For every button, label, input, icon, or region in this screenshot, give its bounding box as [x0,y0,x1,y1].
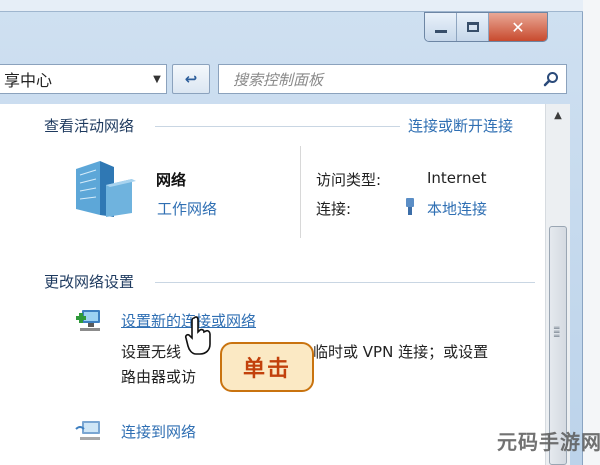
connect-disconnect-link[interactable]: 连接或断开连接 [408,115,513,136]
task-description-line2: 路由器或访 [121,368,197,386]
access-type-label: 访问类型: [316,171,382,189]
grip-icon: ═ ═ ═ [554,324,560,342]
task-description-line1-right: 临时或 VPN 连接；或设置 [313,343,489,361]
close-icon: ✕ [511,17,525,37]
maximize-button[interactable] [457,13,489,41]
access-type-value: Internet [427,169,487,187]
minimize-icon [434,29,447,33]
search-icon[interactable] [536,65,566,93]
watermark: 元码手游网 [497,430,600,454]
address-text: 享中心 [4,71,53,90]
connections-label: 连接: [316,200,352,218]
section-divider [155,126,400,127]
connect-network-icon [74,417,104,447]
change-settings-heading: 更改网络设置 [44,273,135,291]
scroll-up-arrow-icon[interactable]: ▲ [546,110,570,128]
search-input[interactable]: 搜索控制面板 [218,64,567,94]
new-connection-icon [74,306,104,336]
title-bar [0,0,583,12]
network-icon [70,155,138,223]
vertical-divider [300,146,301,238]
chevron-down-icon[interactable]: ▼ [148,74,166,85]
local-connection-link[interactable]: 本地连接 [427,198,487,219]
click-callout: 单击 [220,342,314,392]
section-divider [155,282,535,283]
ethernet-plug-icon [404,197,416,217]
desktop-edge [583,0,600,465]
network-type-link[interactable]: 工作网络 [157,198,217,219]
refresh-icon: ↩ [184,70,198,88]
maximize-icon [466,22,479,32]
search-placeholder: 搜索控制面板 [233,70,324,89]
vertical-scrollbar[interactable]: ▲ ═ ═ ═ [545,104,570,465]
active-networks-heading: 查看活动网络 [44,117,135,135]
address-bar[interactable]: 享中心 ▼ [0,64,167,94]
network-name: 网络 [156,171,187,189]
close-button[interactable]: ✕ [489,13,547,41]
hand-cursor-icon [184,316,214,356]
caption-buttons: ✕ [424,12,548,42]
callout-text: 单击 [242,357,291,382]
refresh-button[interactable]: ↩ [172,64,210,94]
connect-to-network-link[interactable]: 连接到网络 [121,421,196,442]
task-description-line1-left: 设置无线 [121,343,182,361]
minimize-button[interactable] [425,13,457,41]
